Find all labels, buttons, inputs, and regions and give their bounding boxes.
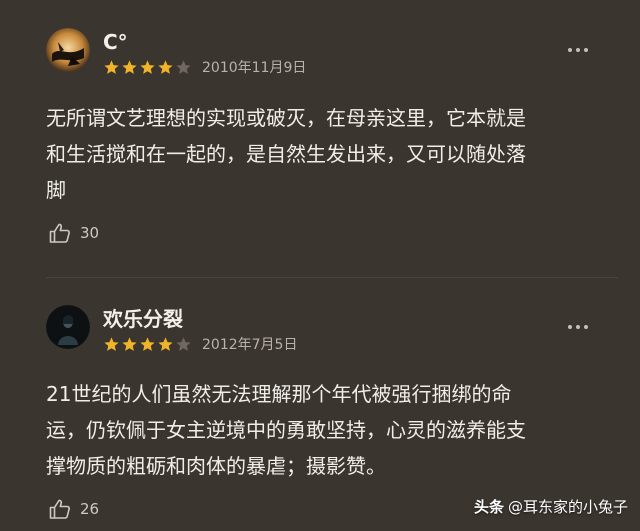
watermark: 头条 @耳东家的小兔子 xyxy=(474,496,628,517)
username[interactable]: C° xyxy=(103,30,128,54)
star-icon xyxy=(104,59,119,74)
more-dot xyxy=(584,48,588,52)
username[interactable]: 欢乐分裂 xyxy=(103,307,183,331)
more-dot xyxy=(568,48,572,52)
like-count: 30 xyxy=(80,224,100,242)
thumbs-up-icon xyxy=(49,499,70,519)
avatar[interactable] xyxy=(46,28,90,72)
avatar-image xyxy=(46,28,90,72)
content-line: 脚 xyxy=(46,178,66,202)
more-dot xyxy=(576,48,580,52)
review-card: 欢乐分裂 2012年7月5日 21世纪的人们虽然无法理解那个年代被强行捆绑的命 … xyxy=(0,279,640,531)
star-icon xyxy=(176,59,191,74)
more-options-icon[interactable] xyxy=(568,48,588,52)
content-line: 和生活搅和在一起的，是自然生发出来，又可以随处落 xyxy=(46,142,526,166)
more-dot xyxy=(584,325,588,329)
review-meta: 2012年7月5日 xyxy=(103,334,297,354)
watermark-handle: @耳东家的小兔子 xyxy=(507,498,628,516)
star-icon xyxy=(158,59,173,74)
review-date: 2012年7月5日 xyxy=(202,337,298,353)
review-meta: 2010年11月9日 xyxy=(103,57,306,77)
more-dot xyxy=(576,325,580,329)
star-icon xyxy=(140,59,155,74)
like-count: 26 xyxy=(80,500,100,518)
content-line: 运，仍钦佩于女主逆境中的勇敢坚持，心灵的滋养能支 xyxy=(46,418,526,442)
avatar[interactable] xyxy=(46,305,90,349)
watermark-brand: 头条 xyxy=(473,498,504,516)
divider xyxy=(46,277,618,278)
review-content: 21世纪的人们虽然无法理解那个年代被强行捆绑的命 运，仍钦佩于女主逆境中的勇敢坚… xyxy=(46,376,602,484)
more-dot xyxy=(568,325,572,329)
star-icon xyxy=(122,336,137,351)
avatar-image xyxy=(46,305,90,349)
star-icon xyxy=(122,59,137,74)
more-options-icon[interactable] xyxy=(568,325,588,329)
content-line: 无所谓文艺理想的实现或破灭，在母亲这里，它本就是 xyxy=(46,106,526,130)
rating-stars xyxy=(103,336,192,353)
review-date: 2010年11月9日 xyxy=(202,60,307,76)
like-button[interactable]: 30 xyxy=(48,221,99,245)
rating-stars xyxy=(103,59,192,76)
thumbs-up-icon xyxy=(49,223,70,243)
star-icon xyxy=(104,336,119,351)
star-icon xyxy=(176,336,191,351)
content-line: 撑物质的粗砺和肉体的暴虐；摄影赞。 xyxy=(46,454,386,478)
like-button[interactable]: 26 xyxy=(48,497,99,521)
star-icon xyxy=(158,336,173,351)
content-line: 21世纪的人们虽然无法理解那个年代被强行捆绑的命 xyxy=(46,382,512,406)
star-icon xyxy=(140,336,155,351)
review-content: 无所谓文艺理想的实现或破灭，在母亲这里，它本就是 和生活搅和在一起的，是自然生发… xyxy=(46,100,602,208)
review-card: C° 2010年11月9日 无所谓文艺理想的实现或破灭，在母亲这里，它本就是 和… xyxy=(0,0,640,276)
